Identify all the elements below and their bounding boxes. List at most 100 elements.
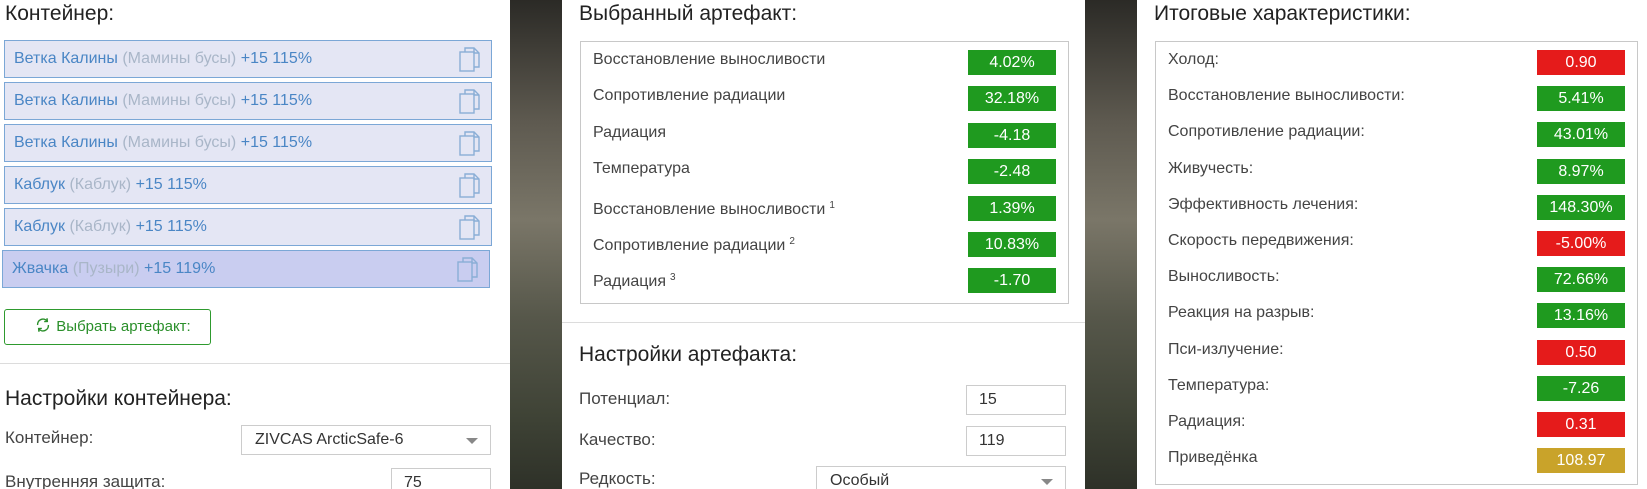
copy-icon[interactable] — [459, 131, 481, 157]
item-subname: (Пузыри) — [72, 260, 140, 277]
stat-row: Скорость передвижения: -5.00% — [1156, 223, 1637, 259]
stat-row: Реакция на разрыв: 13.16% — [1156, 295, 1637, 331]
copy-icon[interactable] — [459, 215, 481, 241]
item-bonus: +15 115% — [135, 176, 207, 193]
stat-value: 8.97% — [1537, 158, 1625, 184]
stat-label: Живучесть: — [1168, 159, 1254, 177]
stat-row: Температура: -7.26 — [1156, 368, 1637, 404]
potential-input[interactable]: 15 — [966, 385, 1066, 415]
container-settings-title: Настройки контейнера: — [5, 387, 232, 410]
stat-value: 1.39% — [968, 195, 1056, 221]
artifact-settings-title: Настройки артефакта: — [579, 343, 798, 366]
stat-footnote: 2 — [789, 235, 795, 247]
copy-icon[interactable] — [459, 173, 481, 199]
stat-label: Радиация — [593, 273, 666, 291]
rarity-select[interactable]: Особый — [816, 466, 1066, 489]
stat-row: Холод: 0.90 — [1156, 42, 1637, 78]
refresh-icon — [37, 318, 50, 332]
item-subname: (Каблук) — [69, 218, 132, 235]
stat-value: 5.41% — [1537, 86, 1625, 112]
totals-panel: Итоговые характеристики: Холод: 0.90 Восст… — [1137, 0, 1647, 489]
item-name: Каблук — [14, 176, 65, 193]
stat-value: -1.70 — [968, 268, 1056, 294]
item-subname: (Мамины бусы) — [122, 92, 237, 109]
stat-label: Приведёнка — [1168, 449, 1258, 467]
artifact-title: Выбранный артефакт: — [579, 2, 798, 25]
container-item[interactable]: Ветка Калины (Мамины бусы) +15 115% — [4, 40, 492, 78]
stat-label: Выносливость: — [1168, 268, 1280, 286]
protection-label: Внутренняя защита: — [5, 472, 166, 489]
stat-value: 72.66% — [1537, 267, 1625, 293]
stat-label: Температура — [593, 160, 690, 178]
stat-row: Живучесть: 8.97% — [1156, 151, 1637, 187]
totals-title: Итоговые характеристики: — [1154, 2, 1411, 25]
item-bonus: +15 115% — [240, 92, 313, 109]
container-item[interactable]: Каблук (Каблук) +15 115% — [4, 166, 492, 204]
item-name: Ветка Калины — [14, 134, 118, 151]
copy-icon[interactable] — [457, 257, 479, 283]
stat-label: Скорость передвижения: — [1168, 231, 1354, 249]
container-title: Контейнер: — [5, 2, 115, 25]
stat-label: Восстановление выносливости — [593, 51, 826, 68]
stat-value: 0.90 — [1537, 50, 1625, 75]
stat-value: -2.48 — [968, 159, 1056, 185]
stat-label: Холод: — [1168, 51, 1219, 68]
stat-row: Эффективность лечения: 148.30% — [1156, 187, 1637, 223]
item-subname: (Мамины бусы) — [122, 50, 237, 67]
item-subname: (Каблук) — [69, 176, 132, 193]
stat-value: 13.16% — [1537, 303, 1625, 329]
container-item-list: Ветка Калины (Мамины бусы) +15 115% Ветк… — [2, 40, 492, 292]
stat-value: 108.97 — [1537, 448, 1625, 474]
stat-label: Сопротивление радиации: — [1168, 123, 1365, 141]
item-bonus: +15 115% — [135, 218, 207, 235]
artifact-panel: Выбранный артефакт: Восстановление вынос… — [562, 0, 1085, 489]
rarity-label: Редкость: — [579, 469, 656, 488]
container-panel: Контейнер: Ветка Калины (Мамины бусы) +1… — [0, 0, 510, 489]
stat-value: 0.31 — [1537, 411, 1625, 437]
stat-label: Эффективность лечения: — [1168, 195, 1359, 213]
item-name: Каблук — [14, 218, 65, 235]
stat-row: Температура -2.48 — [581, 151, 1068, 187]
stat-label: Сопротивление радиации — [593, 87, 786, 105]
stat-row: Восстановление выносливости 1 1.39% — [581, 188, 1068, 224]
stat-row: Пси-излучение: 0.50 — [1156, 332, 1637, 368]
stat-row: Радиация 3 -1.70 — [581, 260, 1068, 296]
background-scenery — [510, 0, 562, 489]
stat-label: Реакция на разрыв: — [1168, 304, 1315, 322]
quality-label: Качество: — [579, 430, 656, 449]
stat-value: 0.50 — [1537, 339, 1625, 365]
item-bonus: +15 119% — [143, 260, 216, 277]
potential-value: 15 — [979, 391, 997, 408]
container-item[interactable]: Каблук (Каблук) +15 115% — [4, 208, 492, 246]
container-item[interactable]: Жвачка (Пузыри) +15 119% — [2, 250, 490, 288]
item-bonus: +15 115% — [240, 134, 313, 151]
quality-input[interactable]: 119 — [966, 426, 1066, 456]
stat-value: 32.18% — [968, 86, 1056, 112]
stat-row: Сопротивление радиации 2 10.83% — [581, 224, 1068, 260]
container-item[interactable]: Ветка Калины (Мамины бусы) +15 115% — [4, 82, 492, 120]
stat-value: 4.02% — [968, 50, 1056, 75]
container-item[interactable]: Ветка Калины (Мамины бусы) +15 115% — [4, 124, 492, 162]
protection-input[interactable]: 75 — [391, 468, 491, 489]
stat-label: Восстановление выносливости — [593, 200, 826, 218]
item-name: Жвачка — [12, 260, 69, 277]
divider — [0, 363, 510, 364]
stat-value: 10.83% — [968, 231, 1056, 257]
protection-value: 75 — [404, 474, 422, 489]
stat-label: Пси-излучение: — [1168, 340, 1284, 358]
artifact-stats-table: Восстановление выносливости 4.02% Сопротив… — [580, 41, 1069, 304]
stat-label: Радиация: — [1168, 412, 1246, 430]
rarity-select-value: Особый — [830, 472, 890, 489]
stat-row: Выносливость: 72.66% — [1156, 259, 1637, 295]
item-subname: (Мамины бусы) — [122, 134, 237, 151]
stat-row: Приведёнка 108.97 — [1156, 440, 1637, 476]
chevron-down-icon — [466, 438, 478, 444]
copy-icon[interactable] — [459, 89, 481, 115]
stat-row: Радиация -4.18 — [581, 115, 1068, 151]
totals-stats-table: Холод: 0.90 Восстановление выносливости: 5.… — [1155, 41, 1638, 485]
container-select[interactable]: ZIVCAS ArcticSafe-6 — [241, 425, 491, 455]
choose-artifact-button[interactable]: Выбрать артефакт: — [4, 309, 211, 345]
copy-icon[interactable] — [459, 47, 481, 73]
potential-label: Потенциал: — [579, 389, 671, 408]
stat-row: Сопротивление радиации 32.18% — [581, 78, 1068, 114]
